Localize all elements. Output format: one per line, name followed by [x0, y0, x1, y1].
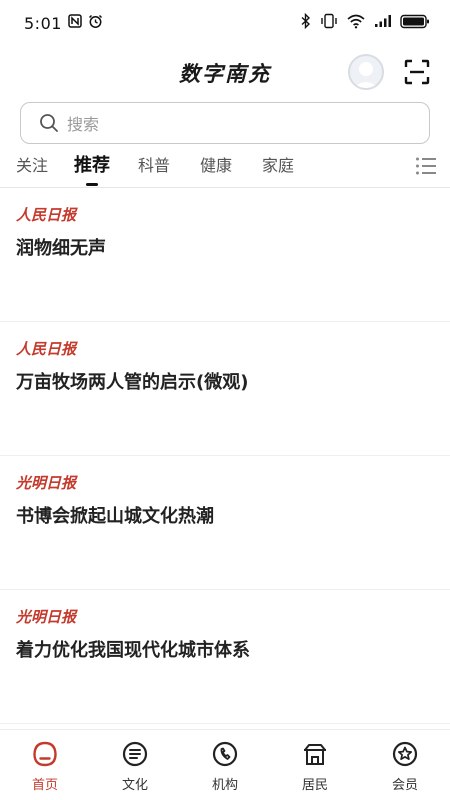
- nfc-icon: [68, 14, 82, 32]
- nav-home[interactable]: 首页: [0, 730, 90, 800]
- category-tabs: 关注 推荐 科普 健康 家庭: [0, 146, 450, 188]
- scan-icon: [404, 59, 430, 85]
- battery-icon: [400, 14, 430, 33]
- vibrate-icon: [320, 13, 338, 33]
- news-source: 光明日报: [16, 608, 77, 626]
- news-title[interactable]: 万亩牧场两人管的启示(微观): [16, 368, 248, 394]
- active-tab-indicator: [86, 183, 98, 186]
- member-icon: [392, 741, 418, 767]
- nav-resident-label: 居民: [301, 778, 328, 793]
- nav-resident[interactable]: 居民: [270, 730, 360, 800]
- tab-recommend[interactable]: 推荐: [74, 151, 110, 177]
- search-box[interactable]: 搜索: [20, 102, 430, 144]
- channel-menu-button[interactable]: [414, 154, 438, 178]
- tab-family[interactable]: 家庭: [262, 152, 294, 176]
- nav-member-label: 会员: [391, 778, 418, 793]
- bluetooth-icon: [300, 12, 312, 33]
- search-placeholder: 搜索: [67, 115, 100, 134]
- news-card[interactable]: 光明日报 书博会掀起山城文化热潮: [0, 456, 450, 590]
- news-feed: 人民日报 润物细无声 人民日报 万亩牧场两人管的启示(微观) 光明日报 书博会掀…: [0, 188, 450, 724]
- scan-button[interactable]: [404, 59, 430, 85]
- status-left: 5:01: [24, 14, 103, 33]
- app-header: 数字南充: [0, 46, 450, 100]
- bottom-nav: 首页 文化 机构 居民 会员: [0, 729, 450, 800]
- nav-institution-label: 机构: [211, 778, 238, 793]
- home-icon: [33, 741, 57, 767]
- tab-follow[interactable]: 关注: [16, 152, 48, 176]
- search-icon: [40, 114, 58, 132]
- news-card[interactable]: 光明日报 着力优化我国现代化城市体系: [0, 590, 450, 724]
- avatar[interactable]: [348, 54, 384, 90]
- resident-icon: [304, 744, 326, 765]
- news-source: 人民日报: [16, 340, 77, 358]
- nav-institution[interactable]: 机构: [180, 730, 270, 800]
- culture-icon: [122, 741, 148, 767]
- signal-icon: [374, 14, 392, 32]
- status-time: 5:01: [24, 13, 62, 33]
- nav-culture-label: 文化: [121, 778, 148, 793]
- alarm-icon: [88, 14, 103, 33]
- news-source: 人民日报: [16, 206, 77, 224]
- nav-member[interactable]: 会员: [360, 730, 450, 800]
- phone-icon: [212, 741, 238, 767]
- tab-health[interactable]: 健康: [200, 152, 232, 176]
- status-right: [300, 12, 430, 33]
- news-card[interactable]: 人民日报 润物细无声: [0, 188, 450, 322]
- news-card[interactable]: 人民日报 万亩牧场两人管的启示(微观): [0, 322, 450, 456]
- news-title[interactable]: 书博会掀起山城文化热潮: [16, 502, 214, 528]
- news-title[interactable]: 着力优化我国现代化城市体系: [16, 636, 250, 662]
- news-title[interactable]: 润物细无声: [16, 234, 106, 260]
- list-menu-icon: [416, 157, 436, 175]
- wifi-icon: [346, 13, 366, 33]
- nav-home-label: 首页: [31, 778, 58, 793]
- news-source: 光明日报: [16, 474, 77, 492]
- status-bar: 5:01: [0, 0, 450, 46]
- nav-culture[interactable]: 文化: [90, 730, 180, 800]
- tab-science[interactable]: 科普: [138, 152, 170, 176]
